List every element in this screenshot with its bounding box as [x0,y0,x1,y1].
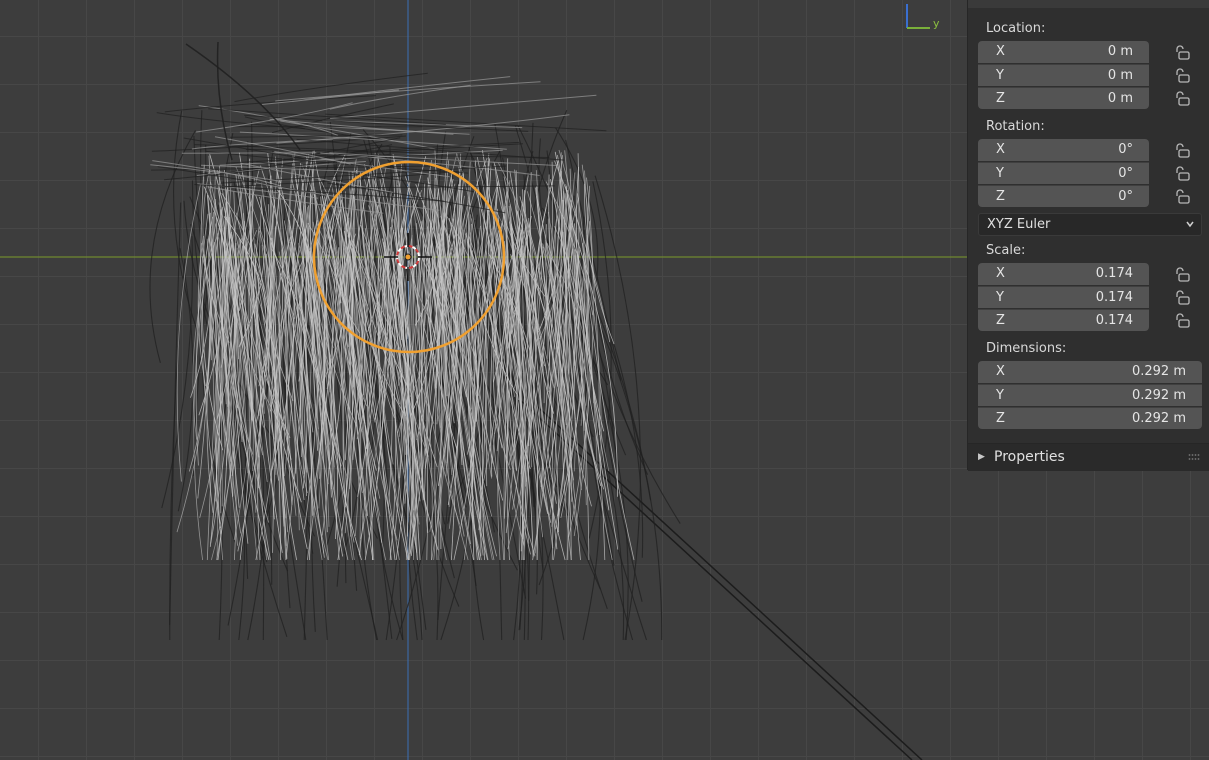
field-value: 0.174 [1095,313,1133,328]
dimensions-x-field[interactable]: X 0.292 m [978,361,1202,383]
axis-label: X [996,44,1005,59]
scale-y-field[interactable]: Y 0.174 [978,286,1149,308]
axis-label: Z [996,313,1005,328]
chevron-down-icon [1186,221,1194,228]
gizmo-y-label: y [933,17,940,30]
rotation-z-unlock-icon[interactable] [1174,188,1190,204]
scale-z-unlock-icon[interactable] [1174,312,1190,328]
rotation-mode-select[interactable]: XYZ Euler [978,213,1202,236]
scale-z-field[interactable]: Z 0.174 [978,309,1149,331]
rotation-z-field[interactable]: Z 0° [978,185,1149,207]
hair-strand [181,152,317,154]
hair-strand [229,134,403,138]
axis-label: Z [996,411,1005,426]
hair-mesh[interactable] [149,41,681,641]
rotation-label: Rotation: [986,119,1045,134]
rotation-x-field[interactable]: X 0° [978,139,1149,161]
location-label: Location: [986,21,1046,36]
axis-label: Y [996,166,1004,181]
field-value: 0° [1118,166,1133,181]
field-value: 0.174 [1095,290,1133,305]
axis-label: Y [996,290,1004,305]
axis-label: Z [996,189,1005,204]
location-y-field[interactable]: Y 0 m [978,64,1149,86]
rotation-y-field[interactable]: Y 0° [978,162,1149,184]
triangle-right-icon: ▶ [978,452,985,462]
field-value: 0.292 m [1131,388,1186,403]
properties-label: Properties [994,449,1065,465]
scale-x-field[interactable]: X 0.174 [978,263,1149,285]
hair-strand [330,94,597,119]
axis-label: Y [996,68,1004,83]
scale-label: Scale: [986,243,1026,258]
hair-strand [261,89,399,105]
axis-label: Z [996,91,1005,106]
field-value: 0 m [1107,44,1133,59]
location-x-field[interactable]: X 0 m [978,41,1149,63]
rotation-y-unlock-icon[interactable] [1174,165,1190,181]
hair-strand [594,175,642,641]
field-value: 0 m [1107,68,1133,83]
field-value: 0.174 [1095,266,1133,281]
location-y-unlock-icon[interactable] [1174,67,1190,83]
hair-strand [574,240,681,524]
hair-strand [292,76,511,102]
location-z-unlock-icon[interactable] [1174,90,1190,106]
hair-strand [216,41,233,161]
rotation-x-unlock-icon[interactable] [1174,142,1190,158]
hair-strand [329,152,557,166]
scale-x-unlock-icon[interactable] [1174,266,1190,282]
axis-label: X [996,364,1005,379]
navigation-gizmo[interactable]: y [906,4,940,30]
axis-label: X [996,142,1005,157]
field-value: 0.292 m [1131,364,1186,379]
field-value: 0° [1118,142,1133,157]
field-value: 0.292 m [1131,411,1186,426]
rotation-mode-value: XYZ Euler [987,217,1051,232]
drag-grip-icon[interactable] [1188,453,1200,461]
transform-panel: Location: X 0 m Y 0 m Z 0 m Rotation: X … [967,0,1209,471]
properties-subpanel-header[interactable]: ▶ Properties [968,443,1209,471]
location-x-unlock-icon[interactable] [1174,44,1190,60]
hair-strand [169,202,182,625]
axis-label: X [996,266,1005,281]
hair-strand-long [519,397,923,760]
dimensions-z-field[interactable]: Z 0.292 m [978,407,1202,429]
dimensions-label: Dimensions: [986,341,1067,356]
panel-header-strip [968,0,1209,8]
dimensions-y-field[interactable]: Y 0.292 m [978,384,1202,406]
axis-label: Y [996,388,1004,403]
scale-y-unlock-icon[interactable] [1174,289,1190,305]
location-z-field[interactable]: Z 0 m [978,87,1149,109]
field-value: 0° [1118,189,1133,204]
field-value: 0 m [1107,91,1133,106]
